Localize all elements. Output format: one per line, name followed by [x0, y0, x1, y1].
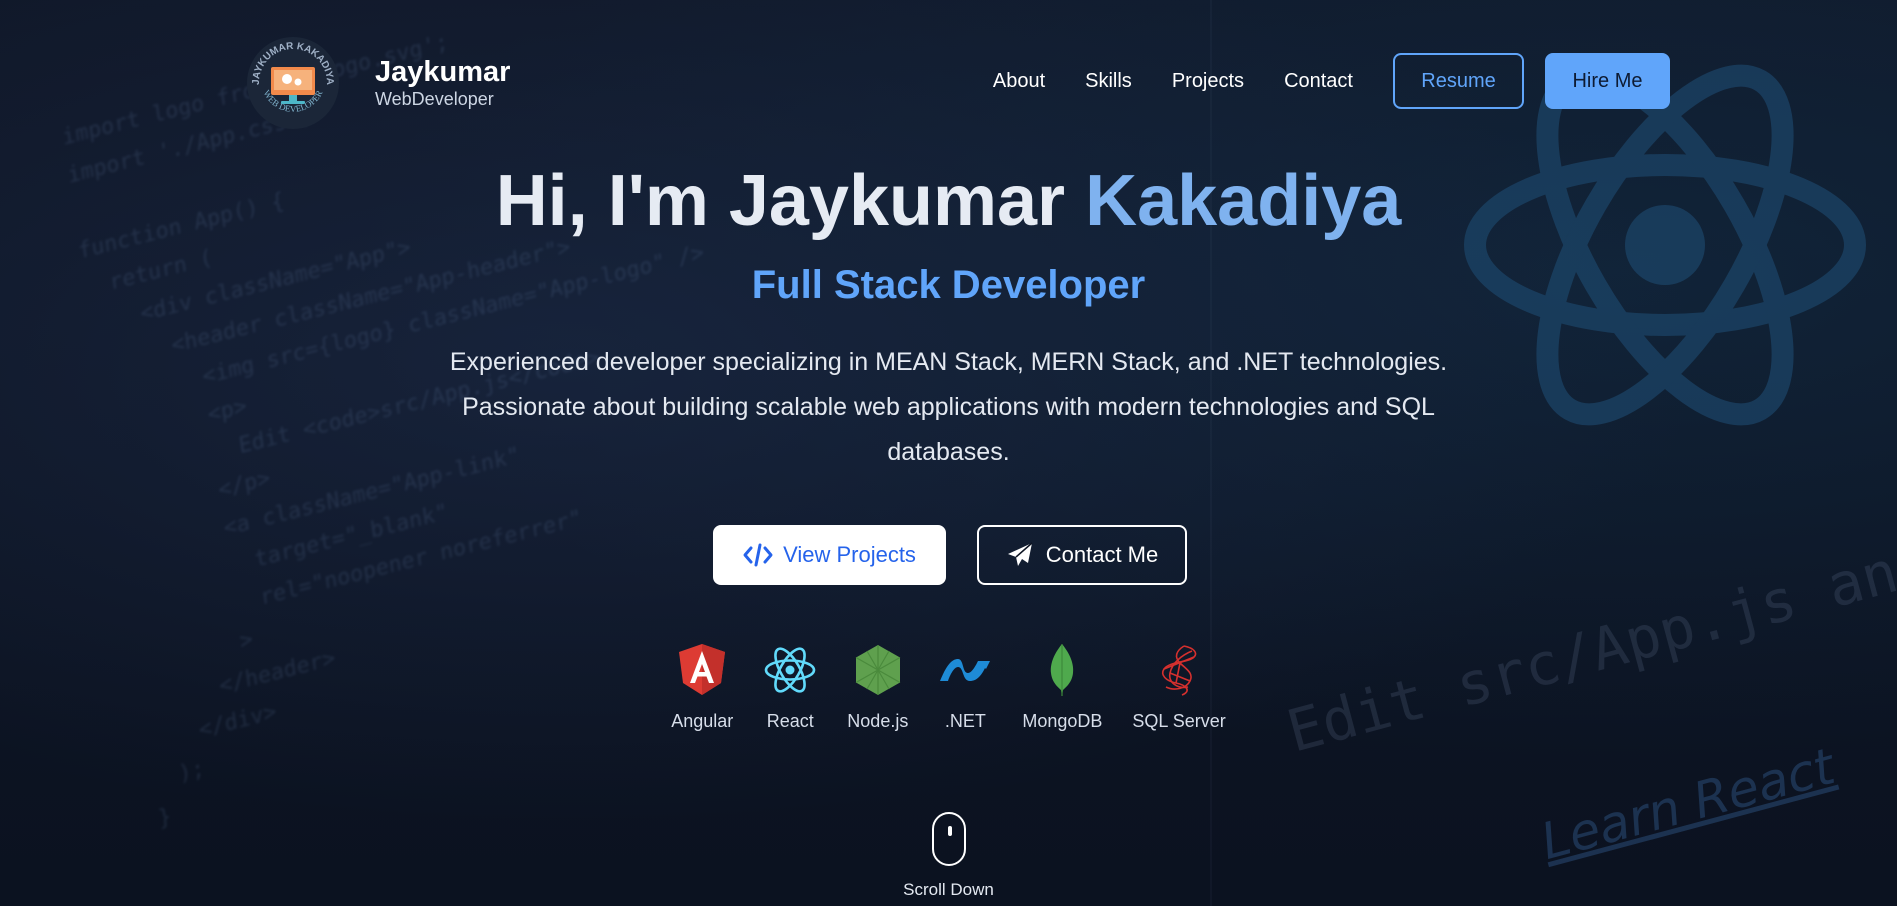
code-icon [743, 542, 773, 568]
view-projects-button[interactable]: View Projects [713, 525, 946, 585]
cta-group: View Projects Contact Me [713, 525, 1187, 585]
nav-about[interactable]: About [993, 53, 1045, 109]
mouse-icon [931, 812, 966, 866]
hero-greeting: Hi, I'm Jaykumar [495, 161, 1066, 241]
site-header: JAYKUMAR KAKADIYA WEB DEVELOPER Jaykumar… [0, 0, 1897, 165]
sqlserver-icon [1152, 643, 1206, 697]
tech-item-nodejs: Node.js [847, 643, 908, 732]
brand-name: Jaykumar [375, 56, 511, 88]
hero-description: Experienced developer specializing in ME… [449, 348, 1448, 466]
scroll-label: Scroll Down [903, 880, 994, 899]
nav-projects[interactable]: Projects [1172, 53, 1244, 109]
nodejs-icon [851, 643, 905, 697]
page: import logo from './logo.svg'; import '.… [0, 0, 1897, 906]
tech-item-dotnet: .NET [938, 643, 992, 732]
send-icon [1006, 542, 1036, 568]
tech-label: .NET [944, 711, 986, 731]
hire-me-button[interactable]: Hire Me [1545, 53, 1670, 109]
tech-item-mongodb: MongoDB [1022, 643, 1102, 732]
dotnet-icon [938, 643, 992, 697]
tech-label: Angular [671, 711, 734, 731]
tech-item-react: React [763, 643, 817, 732]
scroll-indicator[interactable]: Scroll Down [0, 812, 1897, 900]
tech-item-sqlserver: SQL Server [1132, 643, 1226, 732]
nav-contact[interactable]: Contact [1284, 53, 1353, 109]
contact-me-label: Contact Me [1045, 542, 1159, 567]
tech-label: Node.js [847, 711, 909, 731]
nav-skills[interactable]: Skills [1085, 53, 1132, 109]
hero-surname: Kakadiya [1085, 161, 1402, 241]
contact-me-button[interactable]: Contact Me [977, 525, 1187, 585]
brand[interactable]: JAYKUMAR KAKADIYA WEB DEVELOPER Jaykumar… [245, 35, 510, 131]
hero-role: Full Stack Developer [751, 263, 1146, 307]
main-nav: About Skills Projects Contact Resume Hir… [993, 53, 1670, 109]
tech-item-angular: Angular [671, 643, 733, 732]
resume-button[interactable]: Resume [1393, 53, 1524, 109]
view-projects-label: View Projects [783, 542, 916, 567]
tech-label: MongoDB [1022, 711, 1103, 731]
brand-subtitle: WebDeveloper [375, 89, 494, 109]
hero-title: Hi, I'm Jaykumar Kakadiya [0, 158, 1897, 244]
tech-label: React [766, 711, 814, 731]
tech-stack: Angular React Node.js .NET MongoDB SQL S… [0, 643, 1897, 732]
angular-icon [675, 643, 729, 697]
tech-label: SQL Server [1132, 711, 1226, 731]
mongodb-icon [1035, 643, 1089, 697]
react-icon [763, 643, 817, 697]
brand-logo: JAYKUMAR KAKADIYA WEB DEVELOPER [245, 35, 341, 131]
